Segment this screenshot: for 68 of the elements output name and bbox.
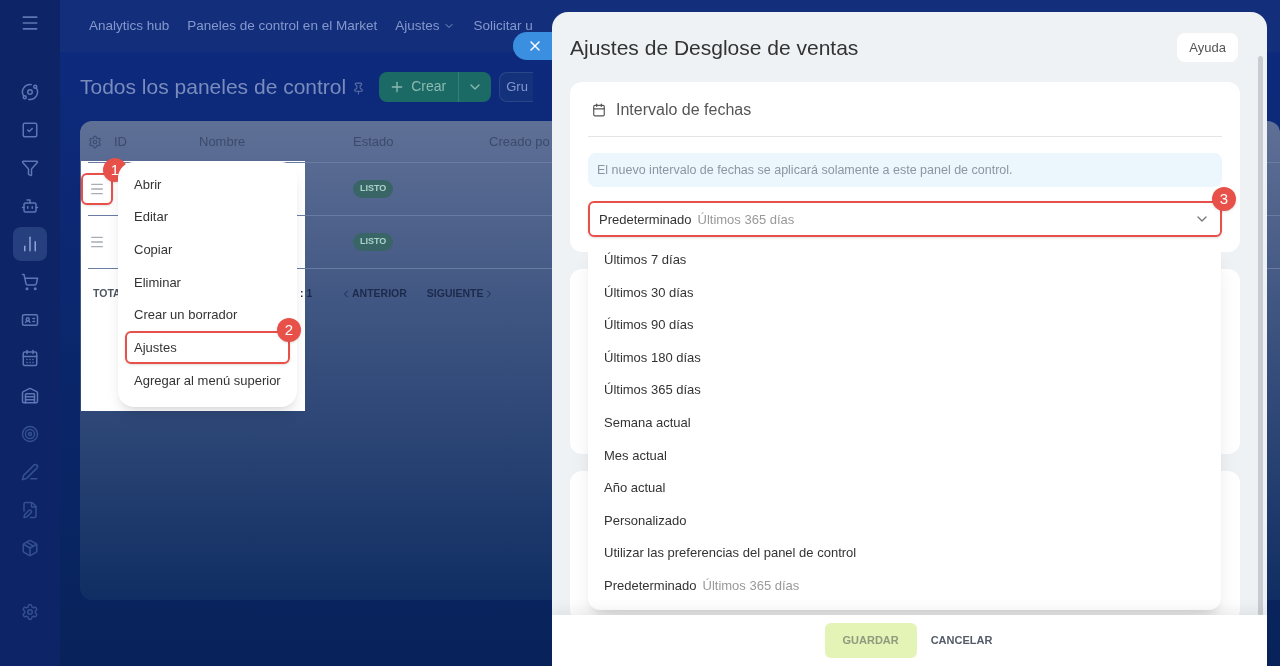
sidebar-item[interactable]: [13, 227, 47, 261]
menu-item[interactable]: Agregar al menú superior: [118, 364, 285, 397]
dropdown-option[interactable]: Personalizado: [588, 504, 1221, 537]
option-label: Mes actual: [604, 446, 667, 465]
info-note: El nuevo intervalo de fechas se aplicará solamente a este panel de control.: [588, 152, 1222, 188]
nav-link[interactable]: Paneles de control en el Market: [187, 16, 378, 37]
select-value: Predeterminado: [599, 210, 692, 229]
calendar-icon: [21, 349, 39, 367]
option-label: Últimos 180 días: [604, 348, 701, 367]
id-card-icon: [21, 311, 39, 329]
menu-item[interactable]: Copiar: [118, 233, 177, 267]
funnel-icon: [21, 159, 39, 177]
dropdown-option[interactable]: Semana actual: [588, 406, 1221, 440]
cancel-button[interactable]: CANCELAR: [928, 623, 995, 658]
bar-chart-icon: [21, 235, 39, 253]
menu-item[interactable]: Eliminar: [118, 266, 185, 299]
checkbox-icon: [21, 121, 39, 139]
total-count: : 1: [300, 285, 314, 301]
dropdown-option[interactable]: Mes actual: [588, 439, 1221, 472]
warehouse-icon: [21, 387, 39, 405]
row-menu-handle[interactable]: [81, 173, 113, 205]
menu-icon: [89, 234, 105, 250]
select-hint: Últimos 365 días: [697, 210, 795, 229]
dropdown-option[interactable]: Últimos 180 días: [588, 341, 1221, 374]
dropdown-option[interactable]: Año actual: [588, 471, 1221, 505]
help-button[interactable]: Ayuda: [1177, 33, 1238, 63]
nav-link[interactable]: Analytics hub: [89, 16, 170, 37]
settings-icon: [21, 603, 39, 621]
dropdown-option[interactable]: Últimos 90 días: [588, 308, 1221, 342]
dropdown-option[interactable]: Últimos 7 días: [588, 243, 1221, 277]
target-icon: [21, 425, 39, 443]
status-badge: LISTO: [353, 233, 394, 251]
menu-item[interactable]: Editar: [118, 200, 172, 234]
option-label: Últimos 30 días: [604, 283, 694, 302]
dropdown-option[interactable]: Últimos 30 días: [588, 276, 1221, 309]
nav-link[interactable]: Ajustes: [395, 16, 456, 37]
panel-title: Ajustes de Desglose de ventas: [570, 35, 859, 61]
robot-icon: [21, 197, 39, 215]
pin-icon[interactable]: [352, 82, 366, 95]
option-label: Utilizar las preferencias del panel de control: [604, 544, 857, 563]
dropdown-option[interactable]: Utilizar las preferencias del panel de control: [588, 536, 1221, 570]
option-label: Personalizado: [604, 511, 687, 530]
menu-icon: [89, 181, 105, 197]
option-label: Año actual: [604, 479, 666, 498]
pen-icon: [21, 463, 39, 481]
box-icon: [21, 539, 39, 557]
close-button[interactable]: [513, 32, 552, 60]
dropdown-option[interactable]: Predeterminado Últimos 365 días: [588, 569, 1221, 603]
page-title: Todos los paneles de control: [80, 73, 347, 100]
menu-icon[interactable]: [20, 13, 40, 33]
orbit-icon: [21, 83, 39, 101]
step-marker: 2: [277, 318, 301, 343]
option-label: Últimos 90 días: [604, 316, 694, 335]
cart-icon: [21, 273, 39, 291]
file-edit-icon: [21, 501, 39, 519]
group-button[interactable]: Gru: [499, 71, 534, 102]
menu-item[interactable]: Crear un borrador: [118, 298, 242, 332]
option-hint: Últimos 365 días: [702, 577, 800, 595]
option-label: Semana actual: [604, 414, 691, 432]
nav-link[interactable]: Solicitar u: [473, 16, 533, 37]
card-heading: Intervalo de fechas: [616, 99, 752, 120]
option-label: Predeterminado: [604, 577, 697, 595]
status-badge: LISTO: [353, 180, 394, 198]
option-label: Últimos 365 días: [604, 381, 701, 400]
step-marker: 3: [1212, 187, 1236, 212]
calendar-icon: [592, 102, 606, 117]
option-label: Últimos 7 días: [604, 251, 687, 270]
dropdown-option[interactable]: Últimos 365 días: [588, 373, 1221, 407]
